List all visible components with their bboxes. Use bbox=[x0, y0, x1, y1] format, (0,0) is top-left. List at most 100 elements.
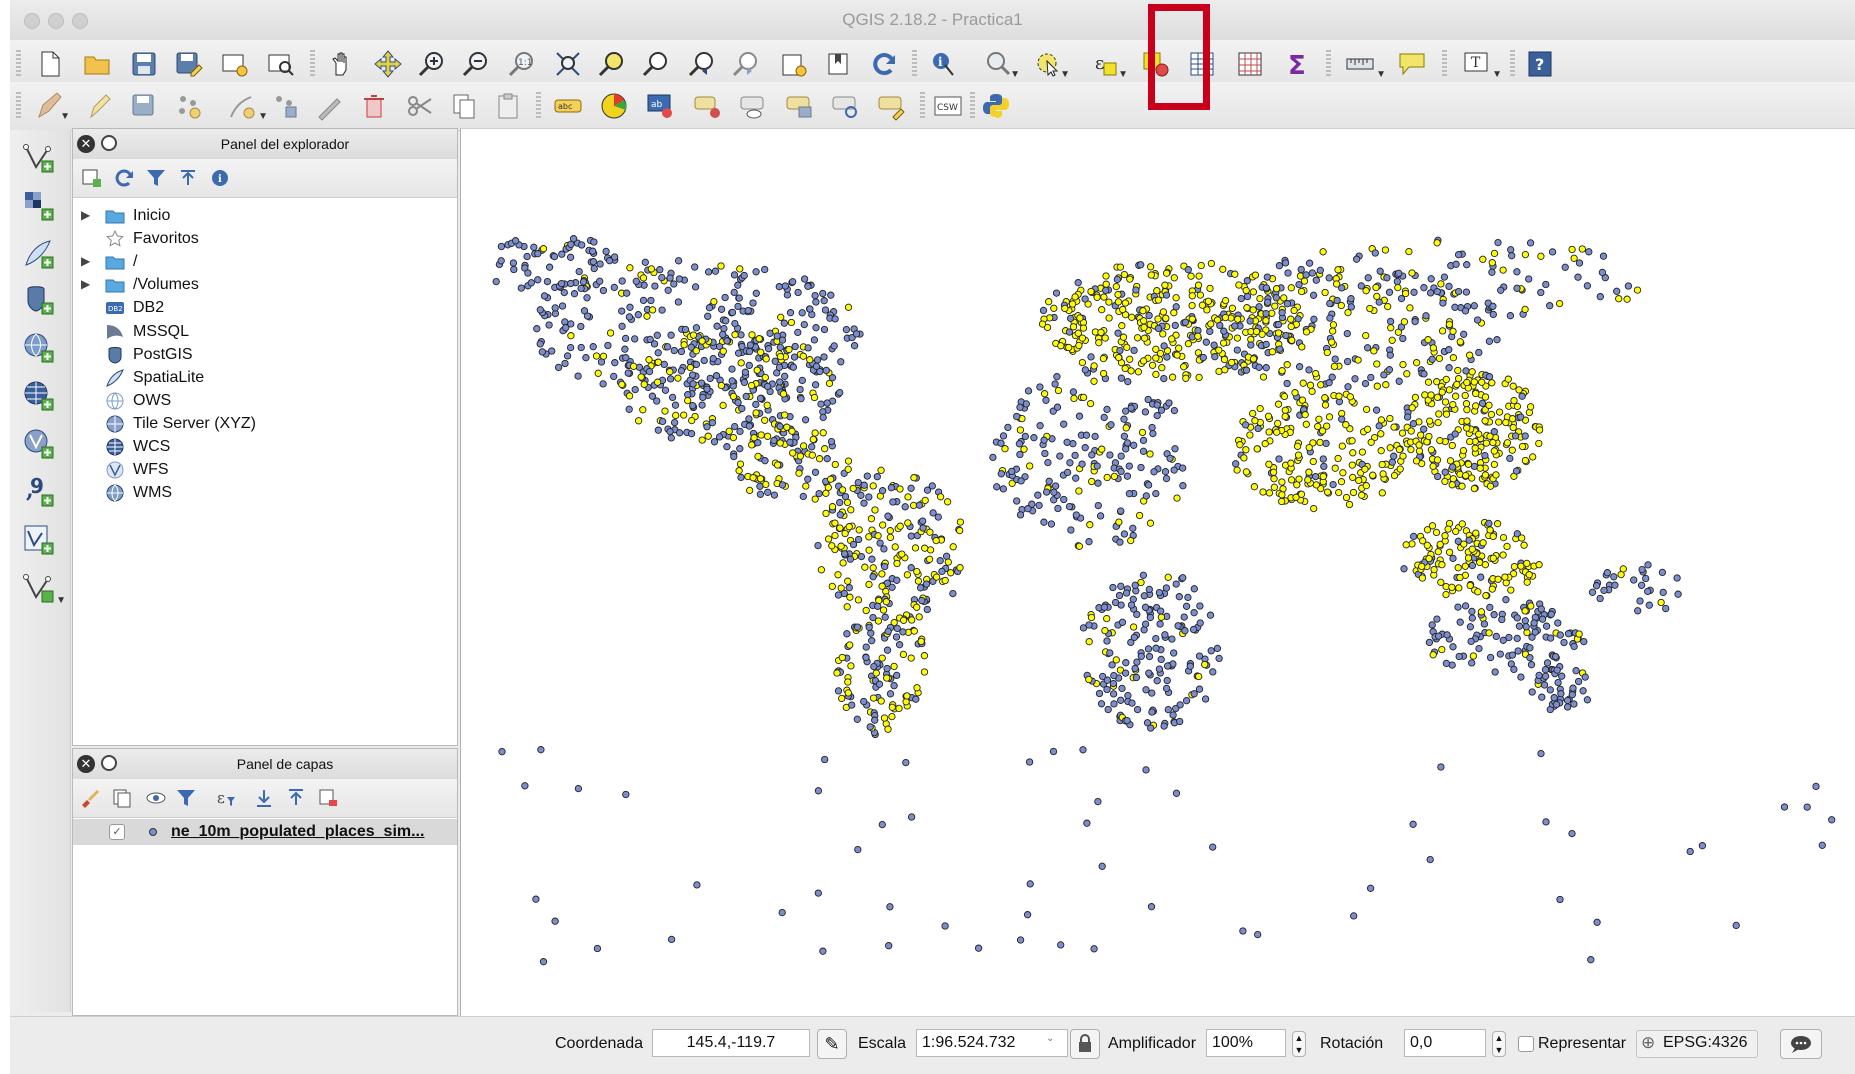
python-console-icon[interactable] bbox=[978, 88, 1014, 124]
add-selected-icon[interactable] bbox=[79, 165, 105, 191]
browser-item[interactable]: PostGIS bbox=[73, 344, 457, 367]
add-raster-layer-icon[interactable] bbox=[18, 186, 60, 226]
refresh-icon[interactable] bbox=[111, 165, 137, 191]
layer-row[interactable]: ✓ ne_10m_populated_places_sim... bbox=[73, 819, 457, 845]
new-map-view-icon[interactable] bbox=[776, 46, 812, 82]
open-styling-icon[interactable] bbox=[77, 785, 103, 811]
filter-icon[interactable] bbox=[143, 165, 169, 191]
collapse-all-icon[interactable] bbox=[175, 165, 201, 191]
identify-icon[interactable]: i bbox=[924, 46, 960, 82]
current-edits-icon[interactable]: ▼ bbox=[30, 88, 70, 124]
filter-legend-icon[interactable] bbox=[173, 785, 199, 811]
toggle-editing-icon[interactable] bbox=[80, 88, 116, 124]
magnifier-spinner[interactable]: ▲ ▼ bbox=[1292, 1031, 1306, 1057]
select-by-expression-icon[interactable]: ▼ bbox=[1030, 46, 1070, 82]
label-change-icon[interactable] bbox=[874, 88, 910, 124]
browser-item[interactable]: MSSQL bbox=[73, 321, 457, 344]
browser-item[interactable]: WMS bbox=[73, 482, 457, 505]
expand-all-icon[interactable] bbox=[251, 785, 277, 811]
map-canvas[interactable] bbox=[460, 128, 1855, 1017]
label-rotate-icon[interactable] bbox=[828, 88, 864, 124]
manage-visibility-icon[interactable] bbox=[143, 785, 169, 811]
browser-item[interactable]: WFS bbox=[73, 459, 457, 482]
new-shapefile-icon[interactable] bbox=[18, 520, 60, 560]
render-checkbox[interactable] bbox=[1518, 1036, 1534, 1052]
zoom-to-selection-icon[interactable] bbox=[594, 46, 630, 82]
browser-item[interactable]: OWS bbox=[73, 390, 457, 413]
copy-features-icon[interactable] bbox=[446, 88, 482, 124]
messages-icon[interactable] bbox=[1780, 1029, 1822, 1059]
toolbar-grip[interactable] bbox=[1510, 50, 1515, 78]
coordinate-field[interactable]: 145.4,-119.7 bbox=[652, 1029, 810, 1057]
browser-item[interactable]: Tile Server (XYZ) bbox=[73, 413, 457, 436]
save-edits-icon[interactable] bbox=[126, 88, 162, 124]
add-wfs-layer-icon[interactable] bbox=[18, 424, 60, 464]
zoom-in-icon[interactable] bbox=[414, 46, 450, 82]
add-virtual-layer-icon[interactable]: ▼ bbox=[18, 568, 66, 608]
zoom-next-icon[interactable] bbox=[728, 46, 764, 82]
help-icon[interactable]: ? bbox=[1522, 46, 1558, 82]
pan-icon[interactable] bbox=[324, 46, 360, 82]
expand-arrow-icon[interactable]: ▶ bbox=[81, 254, 90, 268]
browser-item[interactable]: ▶/Volumes bbox=[73, 274, 457, 297]
expand-arrow-icon[interactable]: ▶ bbox=[81, 208, 90, 222]
field-calculator-icon[interactable]: ε ▼ bbox=[1088, 46, 1128, 82]
text-annotation-icon[interactable]: T ▼ bbox=[1454, 46, 1502, 82]
refresh-icon[interactable] bbox=[866, 46, 902, 82]
pan-to-selection-icon[interactable] bbox=[370, 46, 406, 82]
label-show-hide-icon[interactable] bbox=[736, 88, 772, 124]
close-panel-icon[interactable]: ✕ bbox=[77, 755, 95, 773]
save-project-icon[interactable] bbox=[126, 46, 162, 82]
add-wcs-layer-icon[interactable] bbox=[18, 376, 60, 416]
magnifier-field[interactable]: 100% bbox=[1206, 1029, 1286, 1057]
browser-item[interactable]: Favoritos bbox=[73, 228, 457, 251]
expand-arrow-icon[interactable]: ▶ bbox=[81, 277, 90, 291]
sum-icon[interactable]: Σ bbox=[1280, 46, 1316, 82]
toolbar-grip[interactable] bbox=[970, 92, 975, 120]
add-group-icon[interactable] bbox=[109, 785, 135, 811]
statistics-icon[interactable] bbox=[1232, 46, 1268, 82]
toggle-extents-icon[interactable]: ✎ bbox=[817, 1029, 847, 1059]
properties-icon[interactable]: i bbox=[207, 165, 233, 191]
layer-labeling-icon[interactable]: abc bbox=[550, 88, 586, 124]
composer-manager-icon[interactable] bbox=[262, 46, 298, 82]
zoom-out-icon[interactable] bbox=[458, 46, 494, 82]
label-pin-icon[interactable]: ab bbox=[642, 88, 678, 124]
map-tips-icon[interactable] bbox=[1394, 46, 1430, 82]
node-tool-icon[interactable]: ▼ bbox=[220, 88, 268, 124]
browser-item[interactable]: DB2 DB2 bbox=[73, 297, 457, 320]
bookmark-icon[interactable] bbox=[820, 46, 856, 82]
style-icon[interactable] bbox=[596, 88, 632, 124]
crs-button[interactable]: ⊕ EPSG:4326 bbox=[1636, 1030, 1758, 1058]
rotation-field[interactable]: 0,0 bbox=[1404, 1029, 1486, 1057]
lock-scale-icon[interactable] bbox=[1070, 1029, 1100, 1059]
toolbar-grip[interactable] bbox=[912, 50, 917, 78]
add-delimited-text-icon[interactable]: ,9 bbox=[18, 472, 60, 512]
zoom-full-icon[interactable] bbox=[550, 46, 586, 82]
toolbar-grip[interactable] bbox=[1442, 50, 1447, 78]
cut-features-icon[interactable] bbox=[402, 88, 438, 124]
zoom-actual-icon[interactable]: 1:1 bbox=[504, 46, 540, 82]
add-vector-layer-icon[interactable] bbox=[18, 138, 60, 178]
new-print-composer-icon[interactable] bbox=[216, 46, 252, 82]
toolbar-grip[interactable] bbox=[920, 92, 925, 120]
collapse-all-icon[interactable] bbox=[283, 785, 309, 811]
zoom-to-layer-icon[interactable] bbox=[638, 46, 674, 82]
close-panel-icon[interactable]: ✕ bbox=[77, 135, 95, 153]
save-as-icon[interactable] bbox=[170, 46, 206, 82]
add-postgis-layer-icon[interactable] bbox=[18, 280, 60, 320]
open-project-icon[interactable] bbox=[80, 46, 116, 82]
measure-icon[interactable]: ▼ bbox=[1338, 46, 1386, 82]
toolbar-grip[interactable] bbox=[16, 92, 21, 120]
filter-expression-icon[interactable]: ε bbox=[209, 785, 243, 811]
add-feature-icon[interactable] bbox=[170, 88, 206, 124]
add-spatialite-layer-icon[interactable] bbox=[18, 234, 60, 274]
browser-item[interactable]: WCS bbox=[73, 436, 457, 459]
layer-visibility-checkbox[interactable]: ✓ bbox=[109, 824, 125, 840]
paste-features-icon[interactable] bbox=[490, 88, 526, 124]
delete-selected-icon[interactable] bbox=[356, 88, 392, 124]
toolbar-grip[interactable] bbox=[1326, 50, 1331, 78]
digitize-icon[interactable] bbox=[312, 88, 348, 124]
browser-item[interactable]: ▶ / bbox=[73, 251, 457, 274]
move-feature-icon[interactable] bbox=[268, 88, 304, 124]
